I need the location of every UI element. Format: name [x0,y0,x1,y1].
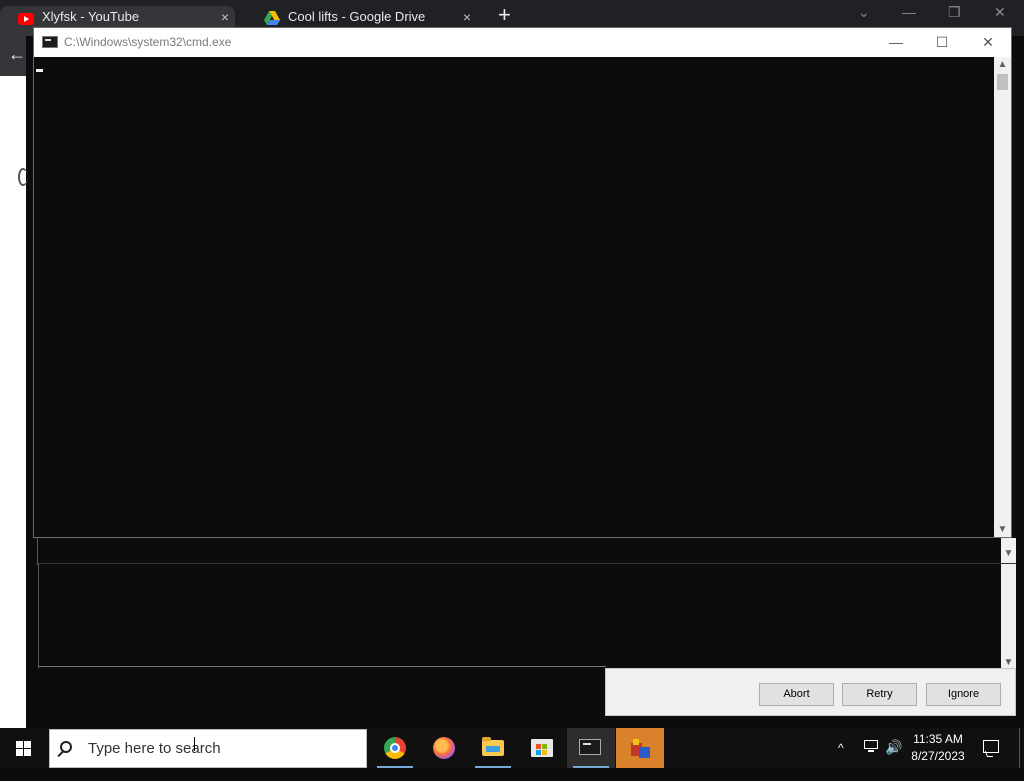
maximize-button[interactable]: ☐ [919,28,965,57]
new-tab-button[interactable]: + [498,4,511,26]
cmd-icon [579,739,601,755]
taskbar: Type here to search ^ 🔊 11:35 AM 8/27/20… [0,728,1024,768]
youtube-icon [18,10,34,25]
search-placeholder: Type here to search [88,740,221,757]
abort-retry-ignore-dialog: Abort Retry Ignore [605,668,1016,716]
chrome-icon [384,737,406,759]
firefox-icon [433,737,455,759]
scroll-down-icon[interactable]: ▼ [1001,657,1016,668]
scrollbar[interactable]: ▼ [1001,538,1016,565]
scroll-up-icon[interactable]: ▲ [994,59,1011,70]
dialog-message-pane: ▼ [38,563,1016,668]
abort-button[interactable]: Abort [759,683,834,706]
mouse-cursor [194,737,195,751]
back-arrow-icon[interactable]: ← [8,44,26,65]
show-desktop-button[interactable] [1019,728,1024,768]
window-title: C:\Windows\system32\cmd.exe [64,35,232,49]
scroll-down-icon[interactable]: ▼ [994,524,1011,535]
console-output[interactable] [34,57,994,537]
taskbar-search-box[interactable]: Type here to search [49,729,367,768]
notifications-icon[interactable] [983,740,999,753]
divider [38,666,606,667]
retry-button[interactable]: Retry [842,683,917,706]
volume-icon[interactable]: 🔊 [885,739,902,779]
ignore-button[interactable]: Ignore [926,683,1001,706]
windows-logo-icon [16,741,32,756]
network-icon[interactable] [862,740,880,754]
cmd-window: C:\Windows\system32\cmd.exe — ☐ ✕ ▲ ▼ [33,27,1012,538]
vertical-scrollbar[interactable]: ▲ ▼ [994,57,1011,537]
browser-minimize-button[interactable]: — [902,4,916,20]
microsoft-store-icon [531,739,553,757]
taskbar-app[interactable] [616,728,664,768]
clock[interactable]: 11:35 AM 8/27/2023 [905,731,971,765]
text-cursor [36,69,43,72]
close-tab-icon[interactable]: × [463,6,471,28]
search-icon [60,741,72,753]
minimize-button[interactable]: — [873,28,919,57]
close-tab-icon[interactable]: × [221,6,229,28]
dialog-pane: ▼ [37,538,1016,565]
browser-close-button[interactable]: ✕ [994,4,1006,21]
tab-search-icon[interactable]: ⌄ [858,4,870,21]
start-button[interactable] [0,728,48,768]
cmd-title-bar[interactable]: C:\Windows\system32\cmd.exe — ☐ ✕ [34,28,1011,57]
taskbar-chrome[interactable] [371,728,419,768]
clock-time: 11:35 AM [913,732,963,746]
clock-date: 8/27/2023 [911,749,965,763]
tab-title: Cool lifts - Google Drive [288,9,426,24]
taskbar-cmd[interactable] [567,728,615,768]
scroll-down-icon[interactable]: ▼ [1004,548,1014,559]
app-icon [629,737,653,761]
taskbar-firefox[interactable] [420,728,468,768]
cmd-app-icon [42,36,58,48]
close-button[interactable]: ✕ [965,28,1011,57]
show-hidden-icons-chevron-icon[interactable]: ^ [838,741,854,781]
tab-title: Xlyfsk - YouTube [42,9,140,24]
scroll-thumb[interactable] [997,74,1008,90]
file-explorer-icon [482,737,504,756]
taskbar-file-explorer[interactable] [469,728,517,768]
taskbar-store[interactable] [518,728,566,768]
browser-toolbar: ← [0,36,26,76]
google-drive-icon [264,10,280,25]
browser-restore-button[interactable]: ❐ [948,4,961,21]
browser-page [0,36,26,728]
browser-page-fragment [18,168,28,186]
scrollbar[interactable]: ▼ [1001,564,1016,668]
